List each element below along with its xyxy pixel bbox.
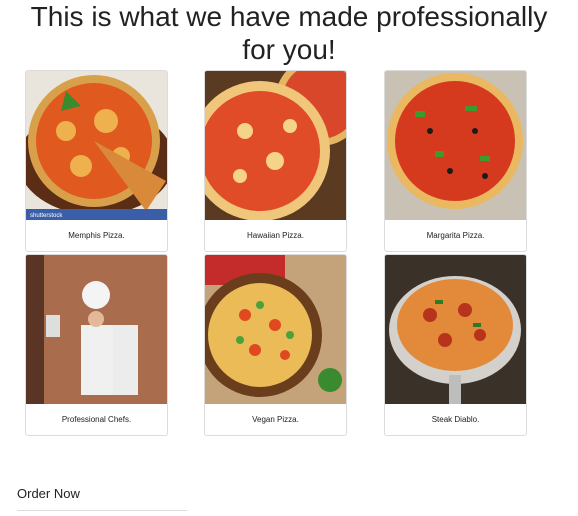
professional-chefs-image [26, 255, 167, 404]
card-caption: Professional Chefs. [61, 415, 132, 424]
gallery-card-vegan[interactable]: Vegan Pizza. [204, 254, 347, 436]
card-caption: Steak Diablo. [431, 415, 480, 424]
gallery-card-hawaiian[interactable]: Hawaiian Pizza. [204, 70, 347, 252]
margarita-pizza-image [385, 71, 526, 220]
divider [17, 510, 187, 511]
vegan-pizza-image [205, 255, 346, 404]
card-caption: Memphis Pizza. [68, 231, 125, 240]
gallery-card-margarita[interactable]: Margarita Pizza. [384, 70, 527, 252]
steak-diablo-image [385, 255, 526, 404]
gallery-card-chefs[interactable]: Professional Chefs. [25, 254, 168, 436]
watermark-text: shutterstock [30, 213, 63, 219]
card-caption: Vegan Pizza. [252, 415, 299, 424]
gallery-card-memphis[interactable]: shutterstock Memphis Pizza. [25, 70, 168, 252]
page-title: This is what we have made professionally… [30, 1, 548, 65]
hawaiian-pizza-image [205, 71, 346, 220]
memphis-pizza-image: shutterstock [26, 71, 167, 220]
order-now-link[interactable]: Order Now [17, 486, 80, 501]
gallery-card-steak-diablo[interactable]: Steak Diablo. [384, 254, 527, 436]
card-caption: Margarita Pizza. [426, 231, 485, 240]
card-caption: Hawaiian Pizza. [247, 231, 304, 240]
